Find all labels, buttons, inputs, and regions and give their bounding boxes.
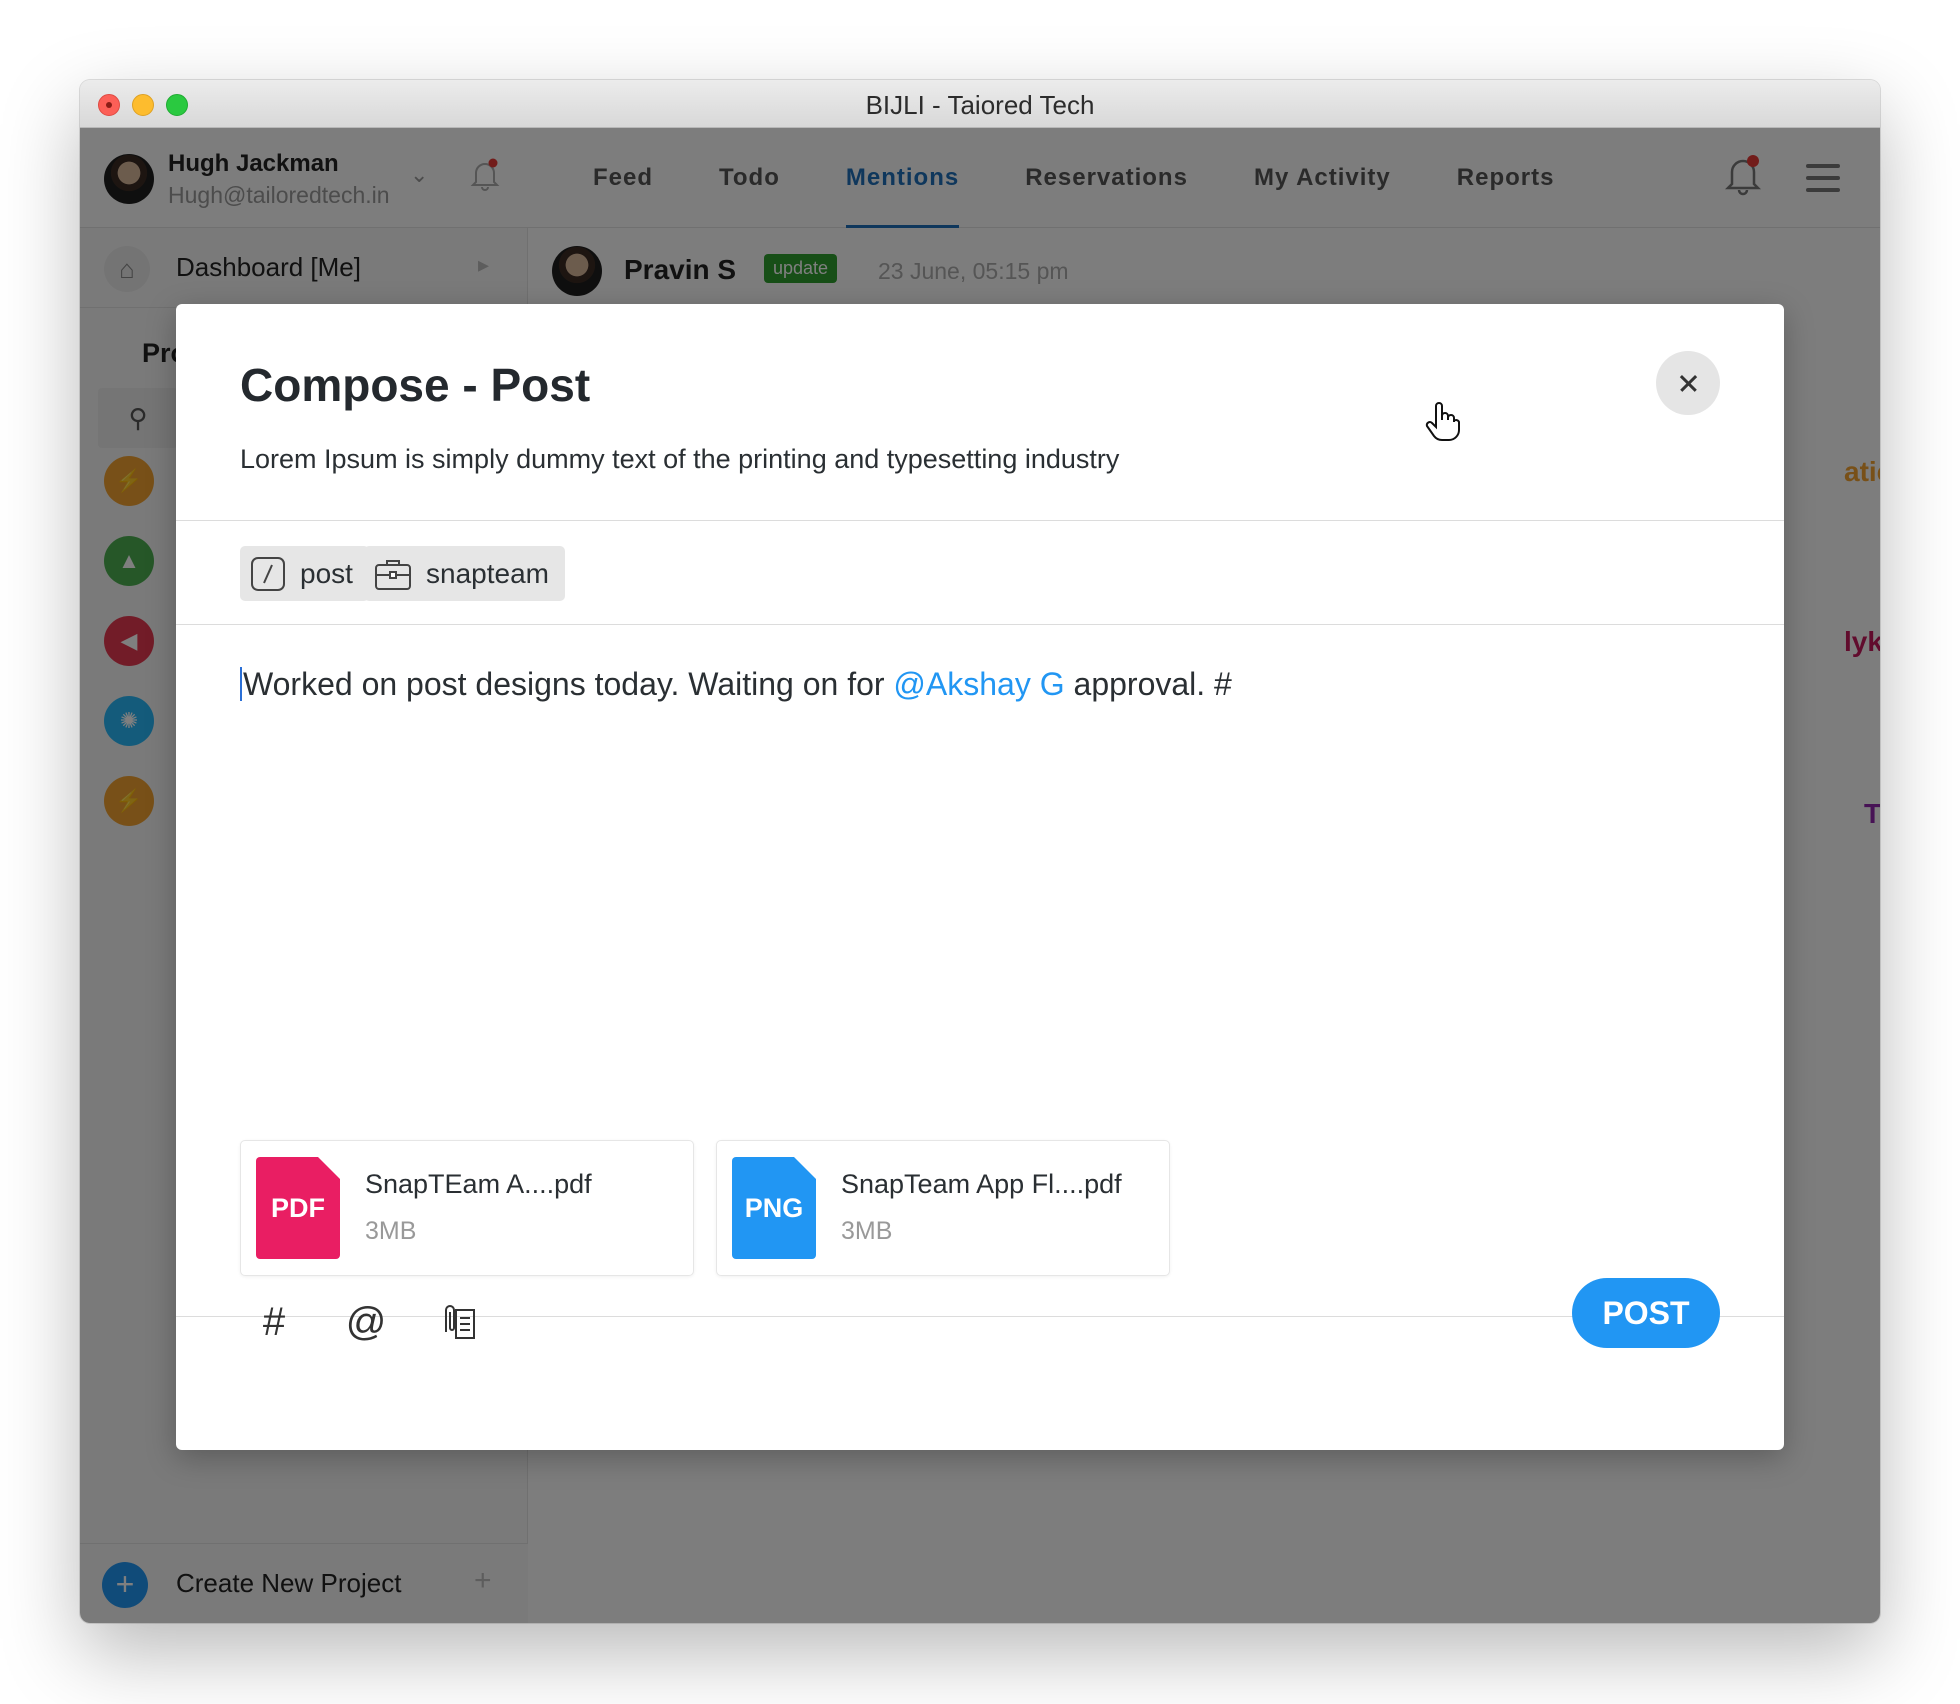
tag-label: snapteam [426, 557, 549, 589]
attachment-card[interactable]: PDF SnapTEam A....pdf 3MB [240, 1140, 694, 1276]
tag-label: post [300, 557, 353, 589]
tag-chip-post[interactable]: post [240, 546, 369, 601]
attachment-size: 3MB [841, 1217, 893, 1245]
divider [176, 520, 1784, 521]
attachment-name: SnapTeam App Fl....pdf [841, 1169, 1122, 1199]
png-file-icon: PNG [732, 1157, 816, 1259]
body-text: Worked on post designs today. Waiting on… [243, 666, 894, 702]
post-body-editor[interactable]: Worked on post designs today. Waiting on… [240, 666, 1232, 703]
window-title: BIJLI - Taiored Tech [865, 90, 1095, 120]
dialog-subtitle: Lorem Ipsum is simply dummy text of the … [240, 444, 1120, 474]
tag-chip-snapteam[interactable]: snapteam [364, 546, 565, 601]
pdf-file-icon: PDF [256, 1157, 340, 1259]
title-bar: BIJLI - Taiored Tech [80, 80, 1880, 128]
attachment-card[interactable]: PNG SnapTeam App Fl....pdf 3MB [716, 1140, 1170, 1276]
slash-icon [251, 556, 285, 591]
dialog-title: Compose - Post [240, 359, 591, 411]
attachment-size: 3MB [365, 1217, 417, 1245]
close-dialog-button[interactable] [1656, 351, 1720, 415]
compose-post-dialog: Compose - Post Lorem Ipsum is simply dum… [176, 304, 1784, 1450]
hashtag-button[interactable]: # [248, 1296, 300, 1348]
attach-file-button[interactable] [432, 1296, 484, 1348]
briefcase-icon [375, 559, 411, 590]
body-text: approval. # [1064, 666, 1232, 702]
divider [176, 1316, 1784, 1317]
attachment-icon [445, 1305, 475, 1339]
hand-cursor-icon [1425, 402, 1460, 441]
post-button[interactable]: POST [1572, 1278, 1720, 1348]
text-caret [240, 667, 242, 701]
attachment-name: SnapTEam A....pdf [365, 1169, 592, 1199]
mention-button[interactable]: @ [340, 1296, 392, 1348]
mention-link[interactable]: @Akshay G [893, 666, 1064, 702]
divider [176, 624, 1784, 625]
